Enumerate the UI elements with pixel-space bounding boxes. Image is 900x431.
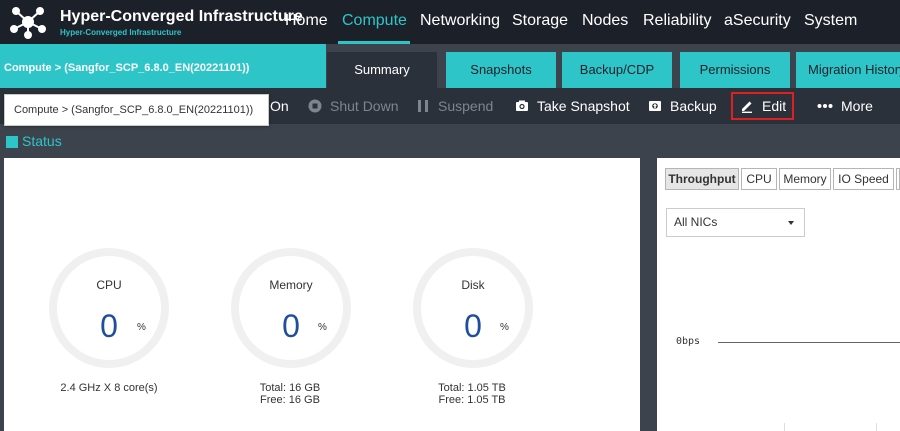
pause-icon xyxy=(418,100,428,112)
memory-value: 0 xyxy=(282,308,300,344)
more-label: More xyxy=(841,98,873,114)
metric-tab-cpu[interactable]: CPU xyxy=(741,168,777,190)
nic-select[interactable]: All NICs xyxy=(666,208,805,237)
suspend-button[interactable]: Suspend xyxy=(416,88,493,124)
cpu-gauge-title: CPU xyxy=(96,278,122,292)
tab-snapshots[interactable]: Snapshots xyxy=(446,52,556,88)
memory-info-total: Total: 16 GB xyxy=(259,382,321,394)
breadcrumb-tooltip: Compute > (Sangfor_SCP_6.8.0_EN(20221101… xyxy=(4,94,269,126)
edit-highlight-box xyxy=(731,92,794,120)
chart-baseline xyxy=(718,342,900,343)
cpu-gauge-value: 0 xyxy=(49,308,169,345)
chart-gridline xyxy=(876,423,877,431)
status-square-icon xyxy=(6,136,18,148)
breadcrumb-text[interactable]: Compute > (Sangfor_SCP_6.8.0_EN(20221101… xyxy=(4,62,249,74)
more-button[interactable]: More xyxy=(817,88,873,124)
backup-label: Backup xyxy=(670,98,717,114)
metric-tab-memory[interactable]: Memory xyxy=(779,168,831,190)
disk-info-free: Free: 1.05 TB xyxy=(438,394,506,406)
memory-gauge-title: Memory xyxy=(269,278,313,292)
metric-tab-io-speed[interactable]: IO Speed xyxy=(833,168,894,190)
backup-button[interactable]: Backup xyxy=(648,88,717,124)
tab-backup-cdp[interactable]: Backup/CDP xyxy=(562,52,672,88)
shut-down-button[interactable]: Shut Down xyxy=(308,88,398,124)
y-tick-label: 0bps xyxy=(676,336,701,347)
cpu-value: 0 xyxy=(100,308,118,344)
sub-bar: Compute > (Sangfor_SCP_6.8.0_EN(20221101… xyxy=(0,44,900,88)
memory-unit: % xyxy=(318,322,327,333)
memory-info: Total: 16 GB Free: 16 GB xyxy=(200,382,380,406)
breadcrumb: Compute > (Sangfor_SCP_6.8.0_EN(20221101… xyxy=(0,44,326,88)
cpu-unit: % xyxy=(137,322,146,333)
brand-subtitle: Hyper-Converged Infrastructure xyxy=(60,28,182,37)
stop-circle-icon xyxy=(308,99,322,113)
nav-asecurity[interactable]: aSecurity xyxy=(724,12,791,30)
nav-storage[interactable]: Storage xyxy=(512,12,568,30)
nav-reliability[interactable]: Reliability xyxy=(643,12,711,30)
metrics-panel xyxy=(657,158,900,431)
cpu-info-line1: 2.4 GHz X 8 core(s) xyxy=(60,382,158,394)
chart-gridline xyxy=(784,423,785,431)
metric-tab-overflow[interactable] xyxy=(896,168,900,190)
disk-gauge-value: 0 xyxy=(413,308,533,345)
brand-title: Hyper-Converged Infrastructure xyxy=(60,8,303,25)
shut-down-label: Shut Down xyxy=(330,98,399,114)
power-on-button[interactable]: On xyxy=(270,88,289,124)
disk-value: 0 xyxy=(464,308,482,344)
status-label: Status xyxy=(22,133,62,149)
take-snapshot-label: Take Snapshot xyxy=(537,98,630,114)
chevron-down-icon xyxy=(788,221,794,225)
memory-gauge-value: 0 xyxy=(231,308,351,345)
top-bar: Hyper-Converged Infrastructure Hyper-Con… xyxy=(0,0,900,44)
disk-info-total: Total: 1.05 TB xyxy=(438,382,506,394)
nic-select-value: All NICs xyxy=(674,215,718,229)
memory-info-free: Free: 16 GB xyxy=(260,394,320,406)
more-dots-icon xyxy=(817,104,833,108)
tab-migration-history[interactable]: Migration History xyxy=(796,52,900,88)
nav-networking[interactable]: Networking xyxy=(420,12,500,30)
nav-nodes[interactable]: Nodes xyxy=(582,12,628,30)
suspend-label: Suspend xyxy=(438,98,494,114)
disk-info: Total: 1.05 TB Free: 1.05 TB xyxy=(382,382,562,406)
cpu-info: 2.4 GHz X 8 core(s) xyxy=(19,382,199,394)
logo-icon xyxy=(10,7,46,39)
backup-icon xyxy=(649,101,661,111)
tab-summary[interactable]: Summary xyxy=(327,52,437,88)
disk-gauge-title: Disk xyxy=(461,278,485,292)
tab-permissions[interactable]: Permissions xyxy=(680,52,790,88)
metric-tab-throughput[interactable]: Throughput xyxy=(665,168,739,190)
nav-home[interactable]: Home xyxy=(285,12,328,30)
take-snapshot-button[interactable]: Take Snapshot xyxy=(515,88,630,124)
camera-icon xyxy=(516,100,528,111)
nav-system[interactable]: System xyxy=(804,12,857,30)
disk-unit: % xyxy=(500,322,509,333)
nav-compute[interactable]: Compute xyxy=(342,12,407,30)
